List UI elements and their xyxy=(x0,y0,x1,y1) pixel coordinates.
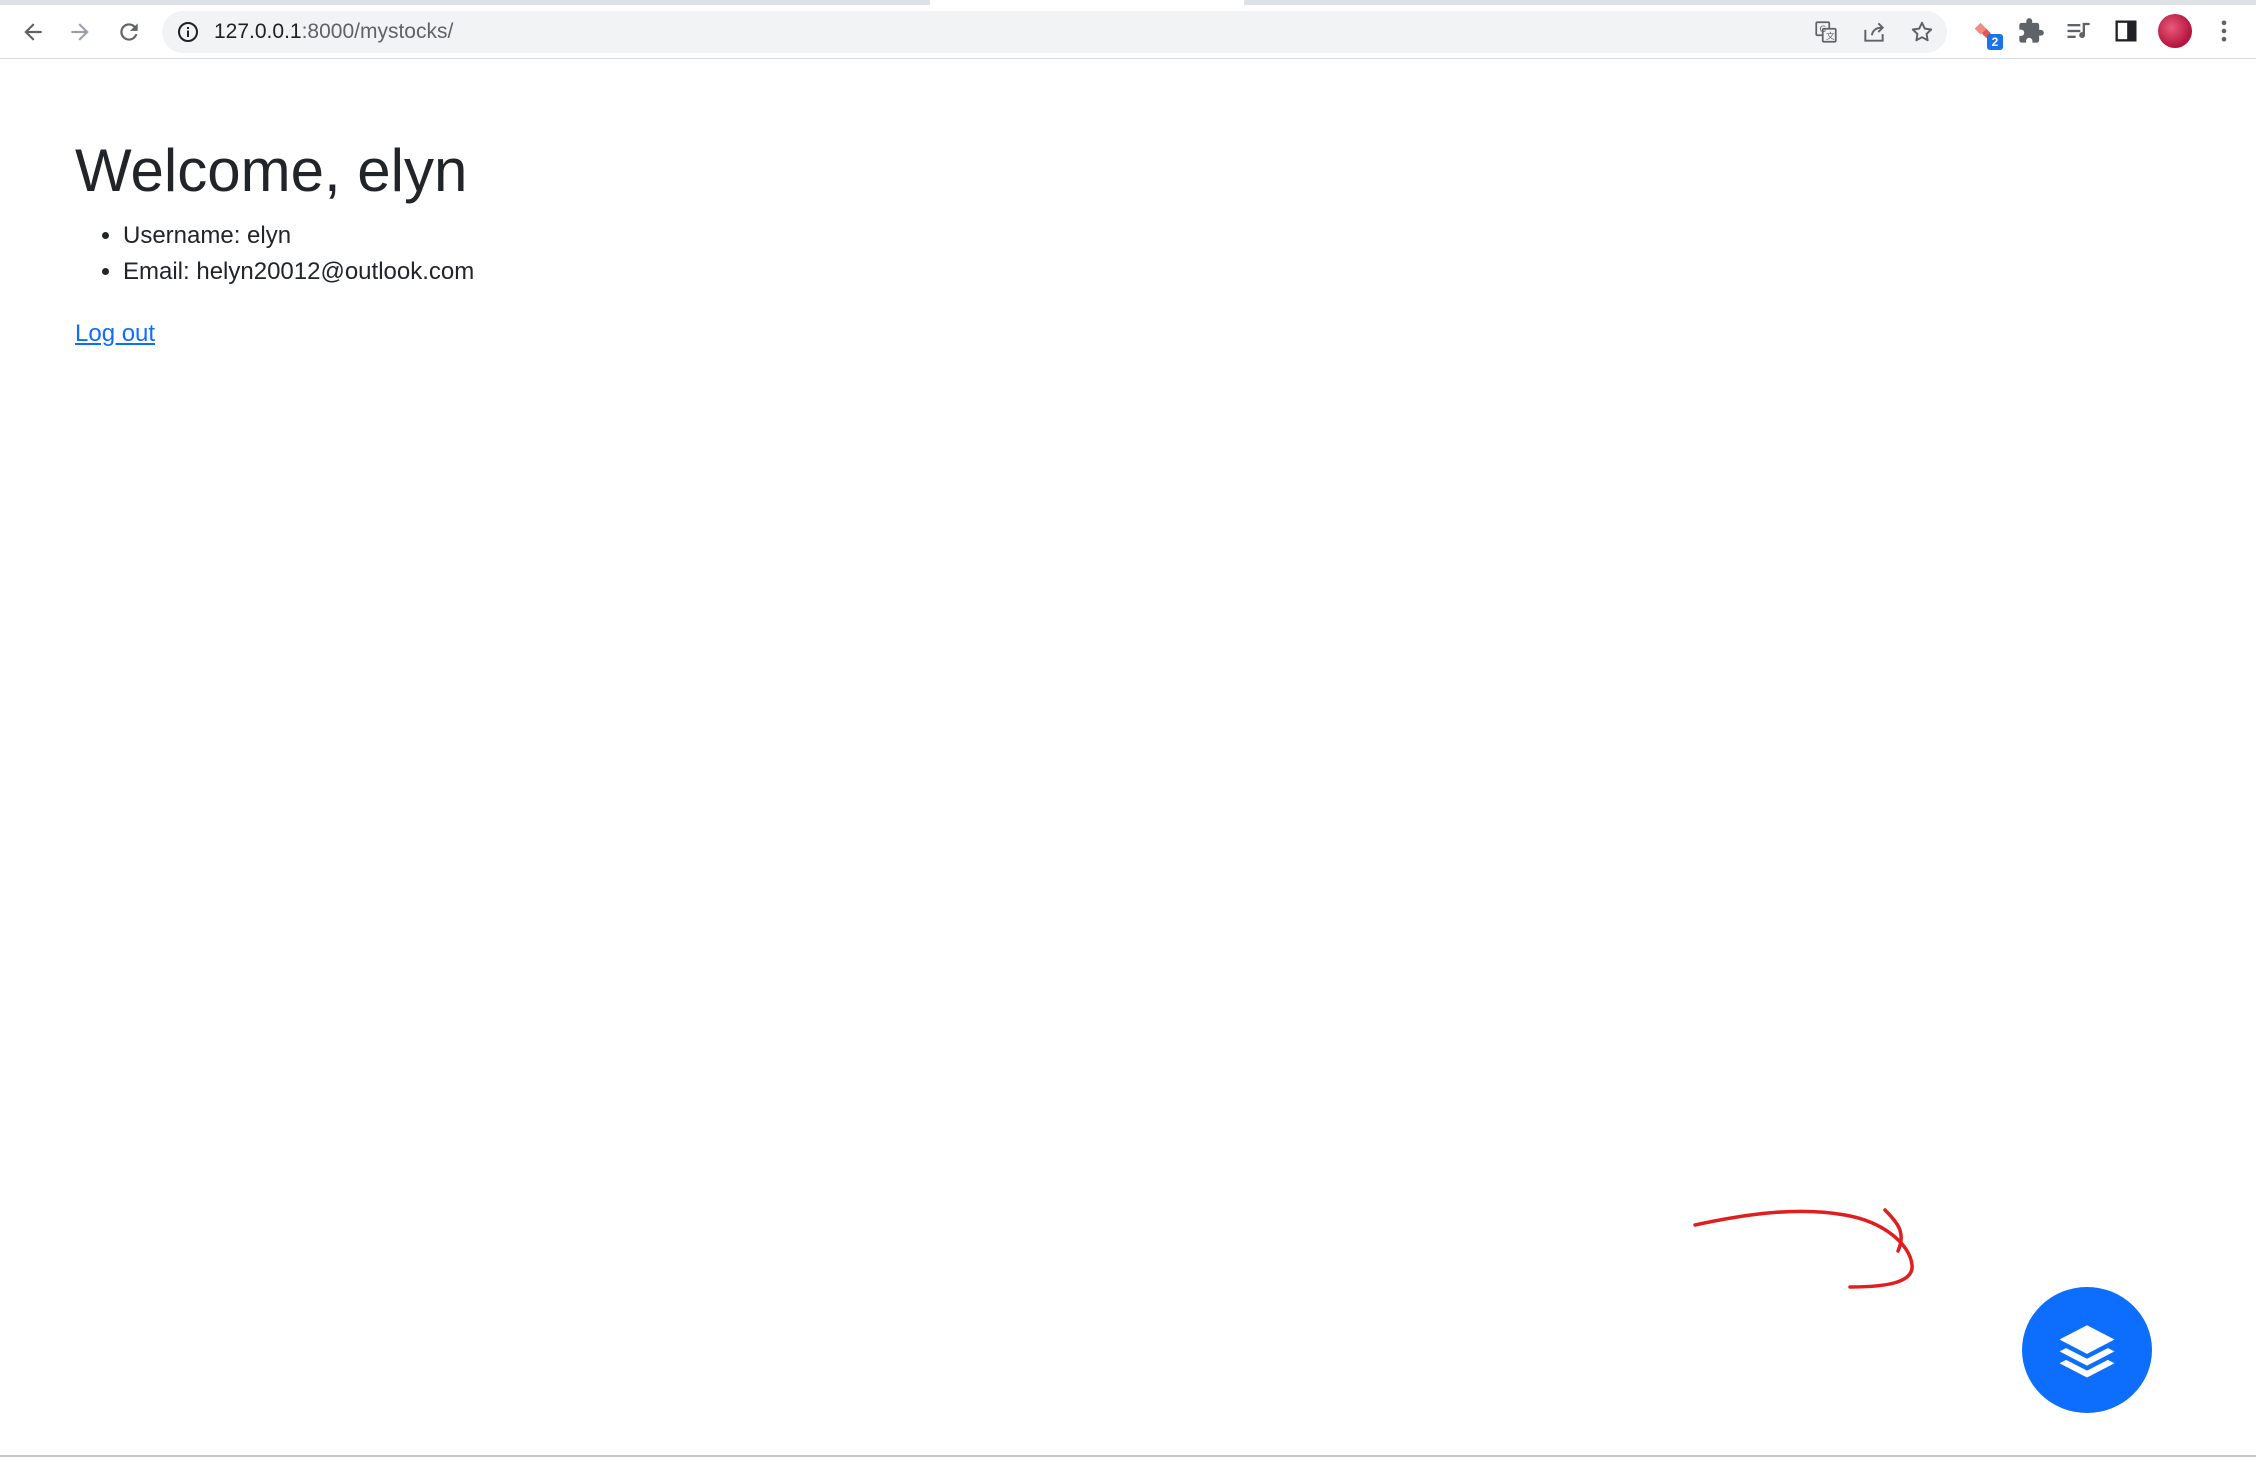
welcome-heading: Welcome, elyn xyxy=(75,137,468,204)
tab-strip-edge xyxy=(0,0,2256,5)
extension-badge: 2 xyxy=(1987,34,2003,50)
url-host: 127.0.0.1 xyxy=(214,20,302,43)
logout-link[interactable]: Log out xyxy=(75,316,155,352)
email-item: Email: helyn20012@outlook.com xyxy=(123,254,474,290)
url-path: :8000/mystocks/ xyxy=(301,20,454,43)
puzzle-icon xyxy=(2019,18,2044,43)
kebab-menu-icon xyxy=(2221,20,2227,42)
svg-text:文: 文 xyxy=(1826,30,1835,42)
reading-list-icon xyxy=(2067,22,2090,38)
translate-icon: G文 xyxy=(1815,21,1837,43)
browser-toolbar: 127.0.0.1:8000/mystocks/ G文 2 xyxy=(0,0,2256,59)
back-button[interactable] xyxy=(13,12,53,52)
reload-button[interactable] xyxy=(109,12,149,52)
reload-icon xyxy=(120,23,138,41)
hand-drawn-arrow-annotation xyxy=(1693,1208,1914,1289)
side-panel-icon xyxy=(2115,20,2137,42)
username-item: Username: elyn xyxy=(123,218,474,254)
layers-icon xyxy=(2059,1325,2115,1378)
extension-button[interactable]: 2 xyxy=(1967,14,2003,50)
profile-avatar[interactable] xyxy=(2158,14,2192,48)
user-details-list: Username: elyn Email: helyn20012@outlook… xyxy=(75,218,474,290)
bookmark-button[interactable] xyxy=(1908,18,1936,46)
extensions-menu-button[interactable] xyxy=(2014,14,2048,48)
translate-button[interactable]: G文 xyxy=(1812,18,1840,46)
side-panel-button[interactable] xyxy=(2109,14,2143,48)
page-content: Welcome, elyn Username: elyn Email: hely… xyxy=(0,60,2256,1455)
address-bar[interactable]: 127.0.0.1:8000/mystocks/ G文 xyxy=(162,11,1947,53)
forward-button[interactable] xyxy=(60,12,100,52)
arrow-right-icon xyxy=(71,23,89,41)
reading-list-button[interactable] xyxy=(2061,14,2095,48)
url-text[interactable]: 127.0.0.1:8000/mystocks/ xyxy=(214,11,453,53)
browser-menu-button[interactable] xyxy=(2207,14,2241,48)
arrow-left-icon xyxy=(24,23,42,41)
info-icon[interactable] xyxy=(176,20,200,44)
share-button[interactable] xyxy=(1860,18,1888,46)
floating-action-button[interactable] xyxy=(2022,1287,2152,1413)
share-icon xyxy=(1864,22,1885,42)
star-icon xyxy=(1911,21,1933,42)
